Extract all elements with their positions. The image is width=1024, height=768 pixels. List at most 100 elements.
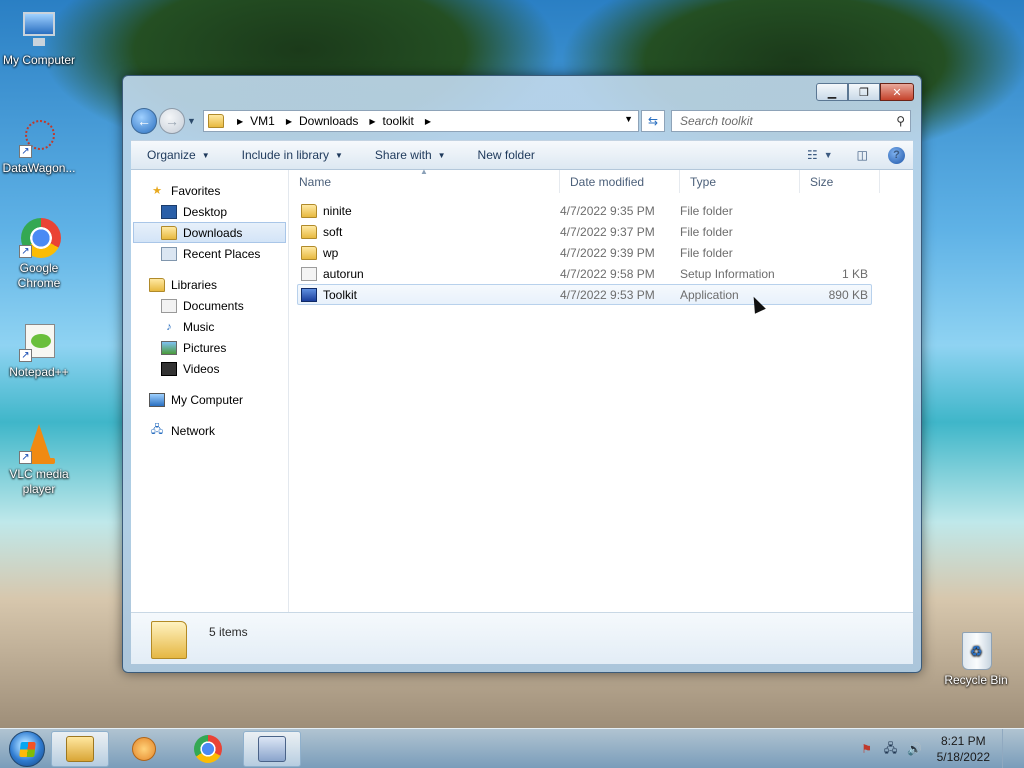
file-row-autorun[interactable]: autorun 4/7/2022 9:58 PM Setup Informati…	[297, 263, 872, 284]
nav-downloads[interactable]: Downloads	[133, 222, 286, 243]
folder-icon	[208, 114, 224, 128]
organize-label: Organize	[147, 148, 196, 162]
nav-favorites[interactable]: ★ Favorites	[131, 180, 288, 201]
share-with-menu[interactable]: Share with ▼	[359, 141, 462, 169]
address-dropdown-icon[interactable]: ▼	[624, 114, 633, 124]
view-options-dropdown-icon[interactable]: ▼	[824, 150, 833, 160]
clock-date: 5/18/2022	[936, 750, 990, 764]
column-header-type[interactable]: Type	[680, 170, 800, 193]
address-bar[interactable]: ▶ VM1 ▶ Downloads ▶ toolkit ▶ ▼	[203, 110, 639, 132]
desktop-icon-recycle-bin[interactable]: ♻ Recycle Bin	[938, 630, 1014, 688]
include-in-library-menu[interactable]: Include in library ▼	[226, 141, 359, 169]
chevron-down-icon: ▼	[335, 150, 343, 160]
network-icon[interactable]: 🖧	[883, 741, 899, 757]
breadcrumb-downloads[interactable]: Downloads	[299, 114, 358, 128]
clock[interactable]: 8:21 PM 5/18/2022	[931, 733, 996, 765]
details-pane: 5 items	[131, 612, 913, 664]
desktop-icon-google-chrome[interactable]: ↗ Google Chrome	[1, 218, 77, 291]
nav-documents[interactable]: Documents	[131, 295, 288, 316]
taskbar-google-chrome[interactable]	[179, 731, 237, 767]
star-icon: ★	[152, 185, 162, 197]
nav-label: Downloads	[183, 225, 243, 240]
navigation-row: ← → ▼ ▶ VM1 ▶ Downloads ▶ toolkit ▶ ▼ ⇆ …	[131, 107, 913, 135]
folder-icon	[301, 224, 317, 239]
taskbar: ⚑ 🖧 🔊 8:21 PM 5/18/2022	[0, 728, 1024, 768]
taskbar-media-player[interactable]	[115, 731, 173, 767]
file-list: ▲ Name Date modified Type Size ninite 4/…	[289, 167, 913, 612]
new-folder-label: New folder	[477, 148, 535, 162]
close-button[interactable]: ✕	[880, 83, 914, 101]
nav-videos[interactable]: Videos	[131, 358, 288, 379]
desktop-icon-vlc[interactable]: ↗ VLC media player	[1, 424, 77, 497]
file-name: Toolkit	[323, 287, 358, 302]
nav-my-computer[interactable]: My Computer	[131, 389, 288, 410]
file-size: 1 KB	[841, 266, 868, 281]
help-icon[interactable]: ?	[888, 146, 905, 164]
action-center-flag-icon[interactable]: ⚑	[859, 741, 875, 757]
chevron-right-icon[interactable]: ▶	[286, 117, 292, 126]
item-count: 5 items	[209, 625, 248, 639]
breadcrumb-vm1[interactable]: VM1	[250, 114, 275, 128]
folder-icon	[151, 621, 187, 659]
file-size: 890 KB	[828, 287, 868, 302]
start-button[interactable]	[9, 730, 45, 767]
column-header-name[interactable]: ▲ Name	[289, 167, 560, 193]
nav-libraries[interactable]: Libraries	[131, 274, 288, 295]
nav-music[interactable]: ♪ Music	[131, 316, 288, 337]
nav-label: Network	[171, 423, 216, 438]
change-view-icon[interactable]: ☷	[807, 148, 818, 162]
share-with-label: Share with	[374, 148, 432, 162]
taskbar-windows-explorer[interactable]	[51, 730, 109, 767]
file-name: autorun	[323, 266, 364, 281]
column-header-size[interactable]: Size	[800, 170, 880, 193]
nav-network[interactable]: 🖧 Network	[131, 420, 288, 441]
preview-pane-icon[interactable]: ◫	[857, 148, 868, 162]
folder-icon	[301, 203, 317, 218]
refresh-button[interactable]: ⇆	[641, 110, 665, 132]
file-date: 4/7/2022 9:58 PM	[560, 266, 655, 281]
recent-places-icon	[161, 246, 177, 261]
show-desktop-button[interactable]	[1002, 729, 1014, 768]
taskbar-toolkit[interactable]	[243, 730, 301, 767]
desktop-icon-my-computer[interactable]: My Computer	[1, 10, 77, 68]
recent-pages-dropdown[interactable]: ▼	[187, 116, 199, 126]
search-icon[interactable]: ⚲	[896, 114, 905, 128]
nav-recent-places[interactable]: Recent Places	[131, 243, 288, 264]
desktop-icon-datawagon[interactable]: ↗ DataWagon...	[1, 118, 77, 176]
nav-pictures[interactable]: Pictures	[131, 337, 288, 358]
file-type: File folder	[680, 245, 733, 260]
file-row-ninite[interactable]: ninite 4/7/2022 9:35 PM File folder	[297, 200, 872, 221]
column-label: Name	[299, 174, 332, 189]
film-icon	[161, 361, 177, 376]
new-folder-button[interactable]: New folder	[462, 141, 551, 169]
forward-button[interactable]: →	[159, 108, 185, 134]
nav-label: Music	[183, 319, 215, 334]
chevron-right-icon[interactable]: ▶	[425, 117, 431, 126]
nav-label: Videos	[183, 361, 220, 376]
desktop-icon-label: VLC media player	[9, 467, 69, 496]
chrome-icon: ↗	[19, 218, 61, 258]
nav-desktop[interactable]: Desktop	[131, 201, 288, 222]
maximize-button[interactable]: ❐	[848, 83, 880, 101]
datawagon-icon: ↗	[19, 118, 59, 158]
desktop-icon-notepad-plus-plus[interactable]: ↗ Notepad++	[1, 322, 77, 380]
volume-icon[interactable]: 🔊	[907, 741, 923, 757]
music-note-icon: ♪	[166, 320, 172, 333]
back-button[interactable]: ←	[131, 108, 157, 134]
caption-buttons: ▁ ❐ ✕	[816, 83, 914, 101]
file-row-wp[interactable]: wp 4/7/2022 9:39 PM File folder	[297, 242, 872, 263]
breadcrumb-toolkit[interactable]: toolkit	[383, 114, 414, 128]
refresh-icon: ⇆	[647, 114, 659, 128]
nav-label: Desktop	[183, 204, 228, 219]
column-header-date-modified[interactable]: Date modified	[560, 170, 680, 193]
nav-label: Pictures	[183, 340, 227, 355]
file-row-soft[interactable]: soft 4/7/2022 9:37 PM File folder	[297, 221, 872, 242]
chevron-right-icon[interactable]: ▶	[369, 117, 375, 126]
desktop-icon-label: Google Chrome	[17, 261, 61, 290]
minimize-button[interactable]: ▁	[816, 83, 848, 101]
include-in-library-label: Include in library	[241, 148, 329, 162]
file-row-toolkit[interactable]: Toolkit 4/7/2022 9:53 PM Application 890…	[297, 284, 872, 305]
search-input[interactable]	[680, 114, 880, 128]
organize-menu[interactable]: Organize ▼	[131, 141, 226, 169]
search-box[interactable]: ⚲	[671, 110, 911, 132]
